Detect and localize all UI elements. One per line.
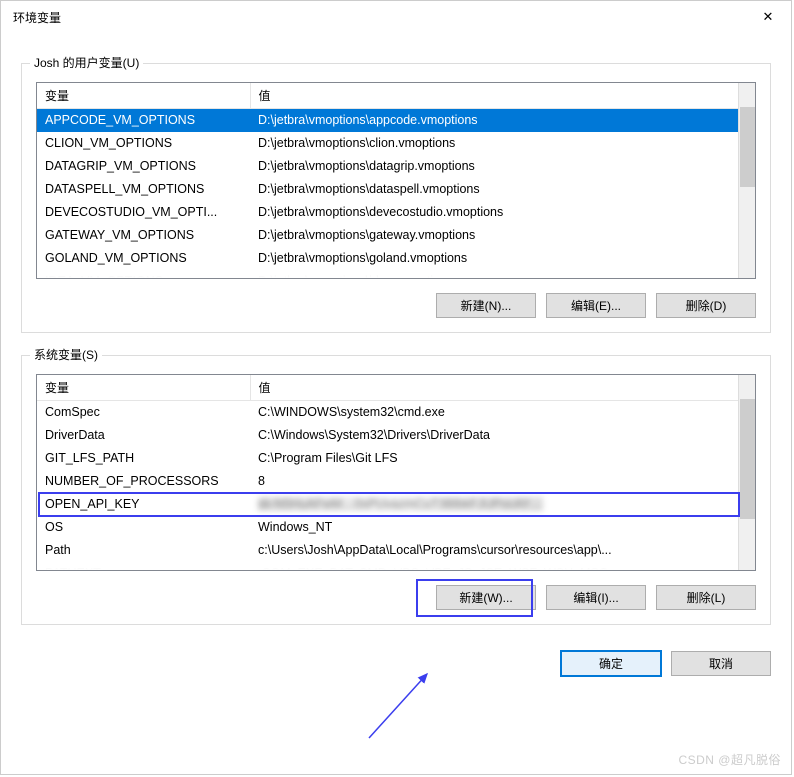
user-vars-table-wrap: 变量 值 APPCODE_VM_OPTIONS D:\jetbra\vmopti…: [36, 82, 756, 279]
close-button[interactable]: ✕: [745, 1, 791, 33]
var-value-cell: .COM;.EXE;.BAT;.CMD;.VBS;.VBE;.JS;.JSE;.…: [250, 562, 755, 572]
edit-sys-var-button[interactable]: 编辑(I)...: [546, 585, 646, 610]
table-row[interactable]: IDEA_VM_OPTIONS D:\jetbra\vmoptions\idea…: [37, 270, 755, 280]
env-vars-dialog: 环境变量 ✕ Josh 的用户变量(U) 变量 值: [0, 0, 792, 775]
var-name-cell: DATASPELL_VM_OPTIONS: [37, 178, 250, 201]
var-value-cell: D:\jetbra\vmoptions\appcode.vmoptions: [250, 109, 755, 132]
edit-user-var-button[interactable]: 编辑(E)...: [546, 293, 646, 318]
watermark: CSDN @超凡脱俗: [678, 751, 781, 768]
var-name-cell: OS: [37, 516, 250, 539]
table-row[interactable]: DEVECOSTUDIO_VM_OPTI... D:\jetbra\vmopti…: [37, 201, 755, 224]
sys-vars-label: 系统变量(S): [30, 346, 102, 363]
var-name-cell: DriverData: [37, 424, 250, 447]
sys-vars-button-row: 新建(W)... 编辑(I)... 删除(L): [36, 585, 756, 610]
dialog-body: Josh 的用户变量(U) 变量 值 APPCODE_VM_OPTIONS D:…: [1, 33, 791, 688]
table-row[interactable]: DATAGRIP_VM_OPTIONS D:\jetbra\vmoptions\…: [37, 155, 755, 178]
table-row[interactable]: APPCODE_VM_OPTIONS D:\jetbra\vmoptions\a…: [37, 109, 755, 132]
var-value-cell: D:\jetbra\vmoptions\gateway.vmoptions: [250, 224, 755, 247]
cancel-button[interactable]: 取消: [671, 651, 771, 676]
column-header-value[interactable]: 值: [250, 375, 755, 401]
table-row[interactable]: GIT_LFS_PATH C:\Program Files\Git LFS: [37, 447, 755, 470]
var-value-cell: Windows_NT: [250, 516, 755, 539]
close-icon: ✕: [763, 9, 774, 25]
user-vars-label: Josh 的用户变量(U): [30, 54, 143, 71]
var-name-cell: GOLAND_VM_OPTIONS: [37, 247, 250, 270]
ok-button[interactable]: 确定: [561, 651, 661, 676]
table-row[interactable]: CLION_VM_OPTIONS D:\jetbra\vmoptions\cli…: [37, 132, 755, 155]
var-value-cell: C:\Windows\System32\Drivers\DriverData: [250, 424, 755, 447]
delete-sys-var-button[interactable]: 删除(L): [656, 585, 756, 610]
table-row[interactable]: GATEWAY_VM_OPTIONS D:\jetbra\vmoptions\g…: [37, 224, 755, 247]
var-value-cell: sk-N5HuAFwM…0sPUvazmCuT3BlbkFJUPocAY…: [250, 493, 755, 516]
table-row[interactable]: OPEN_API_KEY sk-N5HuAFwM…0sPUvazmCuT3Blb…: [37, 493, 755, 516]
var-name-cell: DATAGRIP_VM_OPTIONS: [37, 155, 250, 178]
var-value-cell: 8: [250, 470, 755, 493]
scroll-thumb[interactable]: [740, 399, 755, 519]
var-name-cell: PATHEXT: [37, 562, 250, 572]
table-row[interactable]: GOLAND_VM_OPTIONS D:\jetbra\vmoptions\go…: [37, 247, 755, 270]
table-row[interactable]: DriverData C:\Windows\System32\Drivers\D…: [37, 424, 755, 447]
new-sys-var-button[interactable]: 新建(W)...: [436, 585, 536, 610]
var-name-cell: ComSpec: [37, 401, 250, 424]
user-vars-group: Josh 的用户变量(U) 变量 值 APPCODE_VM_OPTIONS D:…: [21, 63, 771, 333]
new-user-var-button[interactable]: 新建(N)...: [436, 293, 536, 318]
column-header-variable[interactable]: 变量: [37, 375, 250, 401]
dialog-title: 环境变量: [13, 9, 61, 26]
var-value-cell: C:\WINDOWS\system32\cmd.exe: [250, 401, 755, 424]
var-name-cell: OPEN_API_KEY: [37, 493, 250, 516]
titlebar[interactable]: 环境变量 ✕: [1, 1, 791, 33]
table-header-row: 变量 值: [37, 375, 755, 401]
scrollbar[interactable]: [738, 83, 755, 278]
table-row[interactable]: NUMBER_OF_PROCESSORS 8: [37, 470, 755, 493]
var-name-cell: CLION_VM_OPTIONS: [37, 132, 250, 155]
var-name-cell: IDEA_VM_OPTIONS: [37, 270, 250, 280]
scrollbar[interactable]: [738, 375, 755, 570]
var-value-cell: D:\jetbra\vmoptions\clion.vmoptions: [250, 132, 755, 155]
var-value-cell: D:\jetbra\vmoptions\dataspell.vmoptions: [250, 178, 755, 201]
sys-vars-group: 系统变量(S) 变量 值 ComSpec C:\WINDOWS\system32…: [21, 355, 771, 625]
var-name-cell: Path: [37, 539, 250, 562]
column-header-value[interactable]: 值: [250, 83, 755, 109]
var-name-cell: GATEWAY_VM_OPTIONS: [37, 224, 250, 247]
table-header-row: 变量 值: [37, 83, 755, 109]
var-value-cell: D:\jetbra\vmoptions\goland.vmoptions: [250, 247, 755, 270]
table-row[interactable]: OS Windows_NT: [37, 516, 755, 539]
user-vars-button-row: 新建(N)... 编辑(E)... 删除(D): [36, 293, 756, 318]
var-name-cell: GIT_LFS_PATH: [37, 447, 250, 470]
footer-button-row: 确定 取消: [21, 651, 771, 676]
var-name-cell: DEVECOSTUDIO_VM_OPTI...: [37, 201, 250, 224]
user-vars-table[interactable]: 变量 值 APPCODE_VM_OPTIONS D:\jetbra\vmopti…: [37, 83, 755, 279]
var-name-cell: NUMBER_OF_PROCESSORS: [37, 470, 250, 493]
var-value-cell: C:\Program Files\Git LFS: [250, 447, 755, 470]
table-row[interactable]: Path c:\Users\Josh\AppData\Local\Program…: [37, 539, 755, 562]
var-value-cell: c:\Users\Josh\AppData\Local\Programs\cur…: [250, 539, 755, 562]
scroll-thumb[interactable]: [740, 107, 755, 187]
var-value-cell: D:\jetbra\vmoptions\idea.vmoptions: [250, 270, 755, 280]
column-header-variable[interactable]: 变量: [37, 83, 250, 109]
sys-vars-table[interactable]: 变量 值 ComSpec C:\WINDOWS\system32\cmd.exe…: [37, 375, 755, 571]
table-row[interactable]: DATASPELL_VM_OPTIONS D:\jetbra\vmoptions…: [37, 178, 755, 201]
var-name-cell: APPCODE_VM_OPTIONS: [37, 109, 250, 132]
table-row[interactable]: PATHEXT .COM;.EXE;.BAT;.CMD;.VBS;.VBE;.J…: [37, 562, 755, 572]
var-value-cell: D:\jetbra\vmoptions\datagrip.vmoptions: [250, 155, 755, 178]
var-value-cell: D:\jetbra\vmoptions\devecostudio.vmoptio…: [250, 201, 755, 224]
sys-vars-table-wrap: 变量 值 ComSpec C:\WINDOWS\system32\cmd.exe…: [36, 374, 756, 571]
table-row[interactable]: ComSpec C:\WINDOWS\system32\cmd.exe: [37, 401, 755, 424]
delete-user-var-button[interactable]: 删除(D): [656, 293, 756, 318]
